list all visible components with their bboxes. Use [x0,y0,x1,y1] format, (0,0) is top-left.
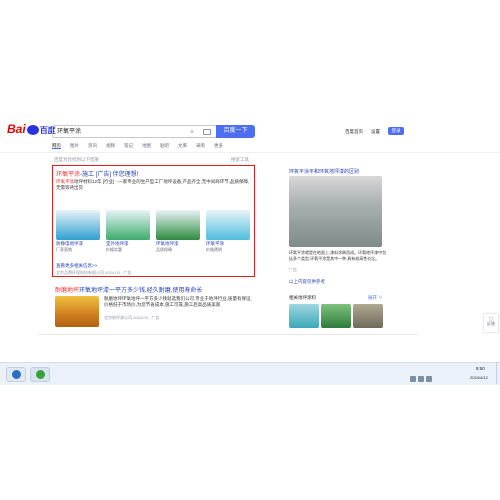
tab-map[interactable]: 地图 [142,143,151,148]
tab-notes[interactable]: 笔记 [124,143,133,148]
login-button[interactable]: 登录 [388,127,404,135]
search-input[interactable]: 环氧平涂 × [52,125,216,138]
sidebar-tag[interactable]: 以上内容仅供参考 [289,279,325,285]
result-count-hint: 百度为您找到以下结果 [54,157,99,162]
thumbnail-subtext: 价格透明 [206,247,222,252]
sidebar-expand-link[interactable]: 展开 ∨ [368,295,383,301]
more-info-link[interactable]: 查看更多相关信息>> [56,263,97,269]
tab-tieba[interactable]: 贴吧 [160,143,169,148]
thumbnail-image[interactable] [206,210,250,240]
result2-source: 北京地坪漆公司 2024-03 · 广告 [104,315,160,320]
start-button[interactable] [6,367,26,382]
tab-video[interactable]: 视频 [106,143,115,148]
result1-description: 环氧平涂地坪材料12年 [行业] · 一家专业的生产型工厂地坪设备,产品齐全,无… [56,179,251,191]
result2-image[interactable] [55,296,99,327]
result2-title-keyword: 耐磨地坪 [55,288,80,294]
thumbnail-subtext: 品质保障 [156,247,172,252]
logo-text-bai: Bai [7,122,26,136]
sidebar-thumbnail[interactable] [321,304,351,328]
search-button[interactable]: 百度一下 [216,125,255,138]
thumbnail-subtext: 价格实惠 [106,247,122,252]
search-tabs: 网页 图片 资讯 视频 笔记 地图 贴吧 文库 采购 更多 [52,143,232,151]
result2-description: 耐磨地坪环氧地坪一平方多少钱就选我们公司,专业于地坪行业,质量有保证,价格低于市… [104,296,252,307]
tab-more[interactable]: 更多 [214,143,223,148]
system-tray [410,369,460,382]
result1-title-keyword: 环氧平涂 [56,172,81,178]
show-desktop-button[interactable] [496,362,500,384]
result1-thumbnails: 防静电地坪漆 室外地坪漆 环氧地坪漆 环氧平涂 厂家直销 价格实惠 品质保障 价… [56,210,252,252]
feedback-label: 反馈 [487,321,495,326]
home-link[interactable]: 百度首页 [345,129,363,135]
result2-title-rest: 一平方多少钱,经久耐磨,使用寿命长 [109,288,203,294]
camera-icon[interactable] [203,129,211,135]
thumbnail-subtext: 厂家直销 [56,247,72,252]
thumbnail-image[interactable] [56,210,100,240]
page-bottom-divider [38,334,418,335]
start-icon [12,370,21,379]
thumbnail-image[interactable] [156,210,200,240]
tab-wenku[interactable]: 文库 [178,143,187,148]
sidebar-source: 广告 [289,267,297,272]
paw-icon [26,124,39,135]
settings-link[interactable]: 设置 [371,129,380,135]
result2-title-mid: 环氧地坪漆 [79,288,110,294]
result1-desc-rest: 地坪材料12年 [行业] · 一家专业的生产型工厂地坪设备,产品齐全,无中间商环… [56,179,250,190]
ad-result-highlighted: 环氧平涂-施工 [广告] 伴您理想! 环氧平涂地坪材料12年 [行业] · 一家… [52,165,255,277]
tab-images[interactable]: 图片 [70,143,79,148]
clock-time[interactable]: 9:50 [476,366,485,371]
taskbar-app-browser[interactable] [30,367,50,382]
ime-icon[interactable] [426,376,432,382]
sidebar-image[interactable] [289,176,382,247]
result1-desc-keyword: 环氧平涂 [56,179,74,184]
clock-date[interactable]: 2024/4/12 [470,375,488,380]
thumbnail-image[interactable] [106,210,150,240]
sidebar-thumbnail[interactable] [289,304,319,328]
tabs-divider [0,152,500,153]
clear-icon[interactable]: × [190,126,194,139]
search-value: 环氧平涂 [57,129,82,135]
feedback-button[interactable]: ▢ 反馈 [484,314,498,332]
tab-web[interactable]: 网页 [52,143,61,149]
baidu-logo[interactable]: Bai 百度 [7,122,56,136]
result2-title[interactable]: 耐磨地坪环氧地坪漆一平方多少钱,经久耐磨,使用寿命长 [55,285,202,294]
result1-title[interactable]: 环氧平涂-施工 [广告] 伴您理想! [56,169,138,178]
search-tools-link[interactable]: 搜索工具 [231,157,249,163]
browser-icon [36,370,45,379]
sidebar-related-heading: 相关地坪涂料 [289,295,316,300]
result1-title-rest: -施工 [广告] 伴您理想! [80,172,139,178]
result1-source: 北京品牌环保科技有限公司 2024-03 · 广告 [56,270,132,275]
tab-news[interactable]: 资讯 [88,143,97,148]
network-icon[interactable] [410,376,416,382]
sidebar-title[interactable]: 环氧平涂平和环氧地坪漆的区别 [289,168,359,175]
sidebar-text: 环氧平涂就是在地面上,漆料涂刷而成。环氧地坪漆中包括多个类型,环氧平涂是其中一种… [289,250,387,261]
volume-icon[interactable] [418,376,424,382]
tab-purchase[interactable]: 采购 [196,143,205,148]
sidebar-thumbnail[interactable] [353,304,383,328]
